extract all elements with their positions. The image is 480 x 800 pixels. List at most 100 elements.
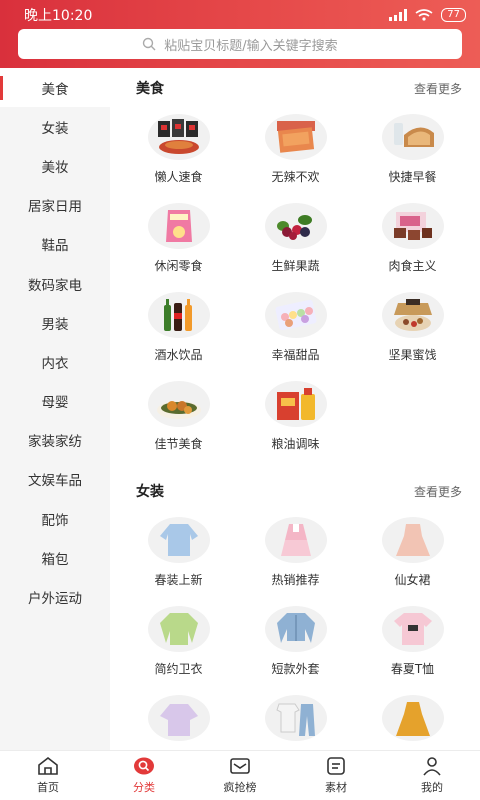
top-header: 晚上10:20 77 粘贴宝贝标题/输入关键字搜索 [0,0,480,68]
nav-profile[interactable]: 我的 [384,751,480,800]
sidebar-item-baby[interactable]: 母婴 [0,382,110,421]
subcategory-item[interactable]: 无辣不欢 [237,108,354,197]
sidebar-item-shoes[interactable]: 鞋品 [0,225,110,264]
blouse-icon [147,517,210,563]
category-sidebar: 美食 女装 美妆 居家日用 鞋品 数码家电 男装 内衣 母婴 家装家纺 文娱车品… [0,68,110,750]
subcategory-label: 幸福甜品 [271,348,320,362]
subcategory-item[interactable]: 春装上新 [120,511,237,600]
dress-icon [381,517,444,563]
sidebar-item-label: 男装 [41,316,69,333]
view-more-link[interactable]: 查看更多 [414,80,462,97]
bread-icon [381,114,444,160]
sidebar-item-underwear[interactable]: 内衣 [0,342,110,381]
status-icons: 77 [389,8,466,22]
subcategory-item[interactable]: 休闲零食 [120,197,237,286]
category-content: 美食 查看更多 懒人速食 无辣不欢 快捷早餐 休闲零食 生鲜果蔬 肉食主义 酒水… [110,68,480,750]
subcategory-item[interactable]: 懒人速食 [120,108,237,197]
subcategory-grid-food: 懒人速食 无辣不欢 快捷早餐 休闲零食 生鲜果蔬 肉食主义 酒水饮品 幸福甜品 … [120,108,472,464]
sidebar-item-womens[interactable]: 女装 [0,107,110,146]
sidebar-item-label: 居家日用 [28,199,82,216]
spicy-snack-icon [264,114,327,160]
subcategory-item[interactable]: 短款外套 [237,600,354,689]
subcategory-label: 休闲零食 [154,259,203,273]
sidebar-item-mens[interactable]: 男装 [0,303,110,342]
subcategory-item[interactable]: 肉食主义 [354,197,471,286]
search-icon [143,37,156,51]
wifi-icon [415,9,433,21]
denim-jacket-icon [264,606,327,652]
nav-label: 疯抢榜 [223,781,257,794]
subcategory-label: 佳节美食 [154,437,203,451]
subcategory-item[interactable]: 坚果蜜饯 [354,286,471,375]
sidebar-item-food[interactable]: 美食 [0,68,110,108]
section-header-womens: 女装 查看更多 [136,481,462,501]
oil-rice-icon [264,381,327,427]
sidebar-item-outdoor[interactable]: 户外运动 [0,577,110,616]
subcategory-item[interactable]: 春夏T恤 [354,600,471,689]
tshirt-icon [381,606,444,652]
status-time: 晚上10:20 [24,8,93,24]
home-icon [38,756,58,775]
status-bar: 晚上10:20 77 [0,0,480,30]
search-input[interactable]: 粘贴宝贝标题/输入关键字搜索 [18,29,462,59]
ranking-icon [230,758,250,774]
sidebar-item-entertainment[interactable]: 文娱车品 [0,460,110,499]
subcategory-label: 简约卫衣 [154,662,203,676]
subcategory-grid-womens: 春装上新 热销推荐 仙女裙 简约卫衣 短款外套 春夏T恤 [120,511,472,750]
nav-label: 首页 [37,781,59,794]
nav-home[interactable]: 首页 [0,751,96,800]
bottom-nav: 首页 分类 疯抢榜 素材 我的 [0,750,480,800]
nuts-icon [381,292,444,338]
sidebar-item-label: 鞋品 [41,238,69,255]
subcategory-label: 肉食主义 [388,259,437,273]
subcategory-item[interactable]: 幸福甜品 [237,286,354,375]
subcategory-item[interactable]: 佳节美食 [120,375,237,464]
subcategory-label: 坚果蜜饯 [388,348,437,362]
orange-dress-icon [381,695,444,741]
nav-label: 分类 [133,781,155,794]
battery-icon: 77 [441,8,466,22]
subcategory-item[interactable] [237,689,354,750]
subcategory-item[interactable] [354,689,471,750]
sidebar-item-home-textile[interactable]: 家装家纺 [0,421,110,460]
view-more-link[interactable]: 查看更多 [414,483,462,500]
sidebar-item-beauty[interactable]: 美妆 [0,146,110,185]
sidebar-item-label: 箱包 [41,551,69,568]
sidebar-item-label: 家装家纺 [28,434,82,451]
sweatshirt-icon [147,606,210,652]
subcategory-label: 粮油调味 [271,437,320,451]
sidebar-item-bags[interactable]: 箱包 [0,538,110,577]
subcategory-item[interactable]: 简约卫衣 [120,600,237,689]
sidebar-item-label: 文娱车品 [28,473,82,490]
subcategory-label: 春夏T恤 [390,662,435,676]
tee-jeans-icon [264,695,327,741]
signal-icon [389,9,408,21]
subcategory-item[interactable]: 生鲜果蔬 [237,197,354,286]
nav-ranking[interactable]: 疯抢榜 [192,751,288,800]
nav-category[interactable]: 分类 [96,751,192,800]
subcategory-label: 生鲜果蔬 [271,259,320,273]
bottles-icon [147,292,210,338]
section-title: 美食 [136,81,164,97]
sidebar-item-household[interactable]: 居家日用 [0,186,110,225]
sidebar-item-label: 美食 [41,81,69,98]
nav-material[interactable]: 素材 [288,751,384,800]
sidebar-item-electronics[interactable]: 数码家电 [0,264,110,303]
material-icon [327,757,345,775]
subcategory-label: 快捷早餐 [388,170,437,184]
subcategory-item[interactable]: 仙女裙 [354,511,471,600]
sidebar-item-label: 配饰 [41,512,69,529]
subcategory-label: 短款外套 [271,662,320,676]
subcategory-item[interactable]: 快捷早餐 [354,108,471,197]
subcategory-item[interactable] [120,689,237,750]
subcategory-item[interactable]: 热销推荐 [237,511,354,600]
profile-icon [423,757,441,776]
subcategory-item[interactable]: 粮油调味 [237,375,354,464]
subcategory-label: 懒人速食 [154,170,203,184]
snack-bag-icon [147,203,210,249]
sidebar-item-accessories[interactable]: 配饰 [0,499,110,538]
search-placeholder: 粘贴宝贝标题/输入关键字搜索 [164,38,338,54]
category-search-icon [134,757,154,775]
subcategory-item[interactable]: 酒水饮品 [120,286,237,375]
lilac-top-icon [147,695,210,741]
